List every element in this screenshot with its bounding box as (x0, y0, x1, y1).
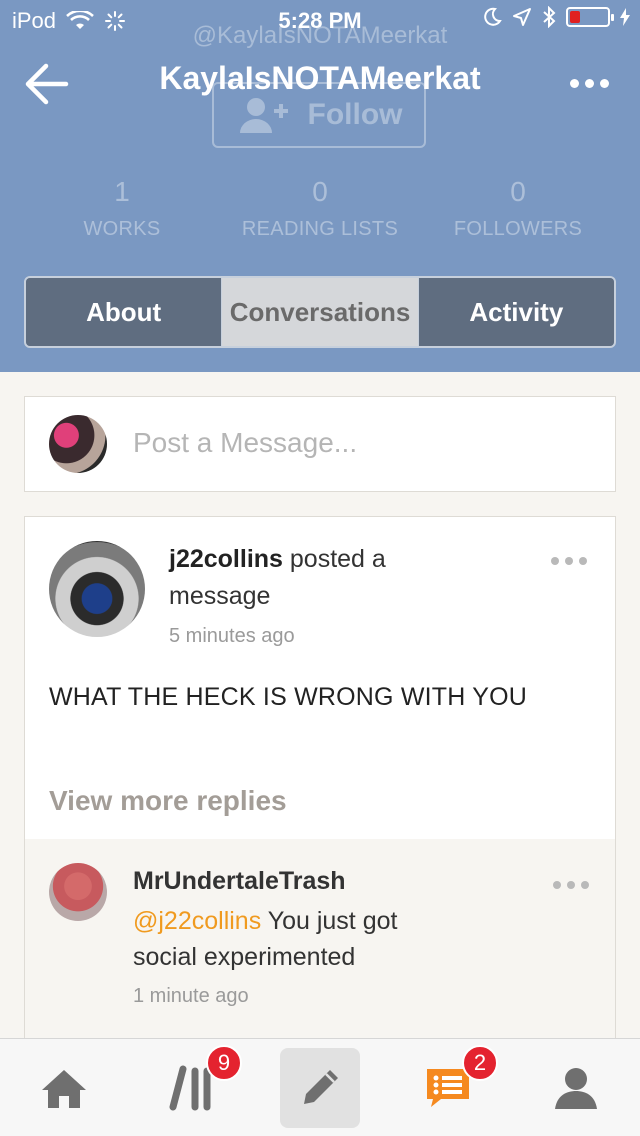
home-icon (42, 1070, 86, 1108)
tab-conversations[interactable]: Conversations (221, 278, 418, 346)
stat-label: FOLLOWERS (453, 218, 583, 240)
library-badge: 9 (206, 1045, 242, 1081)
view-more-replies-link[interactable]: View more replies (49, 785, 287, 817)
back-arrow-icon (25, 63, 69, 105)
stat-works[interactable]: 1 WORKS (22, 176, 222, 241)
tab-profile[interactable] (512, 1039, 640, 1136)
stat-value: 1 (114, 176, 130, 207)
post-body: WHAT THE HECK IS WRONG WITH YOU (49, 683, 527, 711)
more-dots-icon (551, 557, 559, 565)
post-message-input[interactable]: Post a Message... (133, 427, 357, 459)
add-user-icon (239, 98, 288, 133)
reply-body: @j22collins You just got social experime… (133, 903, 463, 975)
reply-mention-link[interactable]: @j22collins (133, 907, 261, 935)
profile-stats: 1 WORKS 0 READING LISTS 0 FOLLOWERS (0, 176, 640, 246)
follow-label: Follow (307, 98, 403, 131)
tab-write[interactable] (256, 1039, 384, 1136)
tab-messages[interactable]: 2 (384, 1039, 512, 1136)
more-options-button[interactable] (570, 70, 614, 96)
pencil-icon (304, 1070, 338, 1104)
tab-home[interactable] (0, 1039, 128, 1136)
post-timestamp: 5 minutes ago (169, 625, 295, 647)
stat-followers[interactable]: 0 FOLLOWERS (418, 176, 618, 241)
post-more-button[interactable] (551, 557, 587, 565)
reply-item: MrUndertaleTrash @j22collins You just go… (25, 839, 615, 1057)
back-button[interactable] (24, 62, 70, 106)
profile-tabs: About Conversations Activity (24, 276, 616, 348)
author-avatar[interactable] (49, 541, 145, 637)
bottom-tab-bar: 9 2 (0, 1038, 640, 1136)
message-composer[interactable]: Post a Message... (24, 396, 616, 492)
message-card: j22collins posted a message 5 minutes ag… (24, 516, 616, 1057)
profile-icon (555, 1068, 597, 1109)
tab-library[interactable]: 9 (128, 1039, 256, 1136)
profile-header: iPod 5:28 PM @KaylaIsNOTAMeerkat KaylaIs… (0, 0, 640, 372)
reply-author-avatar[interactable] (49, 863, 107, 921)
messages-badge: 2 (462, 1045, 498, 1081)
stat-reading-lists[interactable]: 0 READING LISTS (220, 176, 420, 241)
stat-value: 0 (312, 176, 328, 207)
stat-label: WORKS (83, 218, 161, 240)
stat-label: READING LISTS (241, 218, 399, 240)
reply-timestamp: 1 minute ago (133, 985, 249, 1007)
post-author-line: j22collins posted a message (169, 541, 469, 615)
more-dots-icon (570, 78, 579, 88)
post-author-name[interactable]: j22collins (169, 545, 283, 573)
follow-button[interactable]: Follow (212, 82, 426, 148)
tab-about[interactable]: About (26, 278, 222, 346)
tab-activity[interactable]: Activity (417, 278, 614, 346)
reply-author-name[interactable]: MrUndertaleTrash (133, 867, 346, 896)
stat-value: 0 (510, 176, 526, 207)
reply-more-button[interactable] (553, 881, 589, 889)
my-avatar (49, 415, 107, 473)
profile-handle: @KaylaIsNOTAMeerkat (192, 22, 448, 49)
more-dots-icon (553, 881, 561, 889)
